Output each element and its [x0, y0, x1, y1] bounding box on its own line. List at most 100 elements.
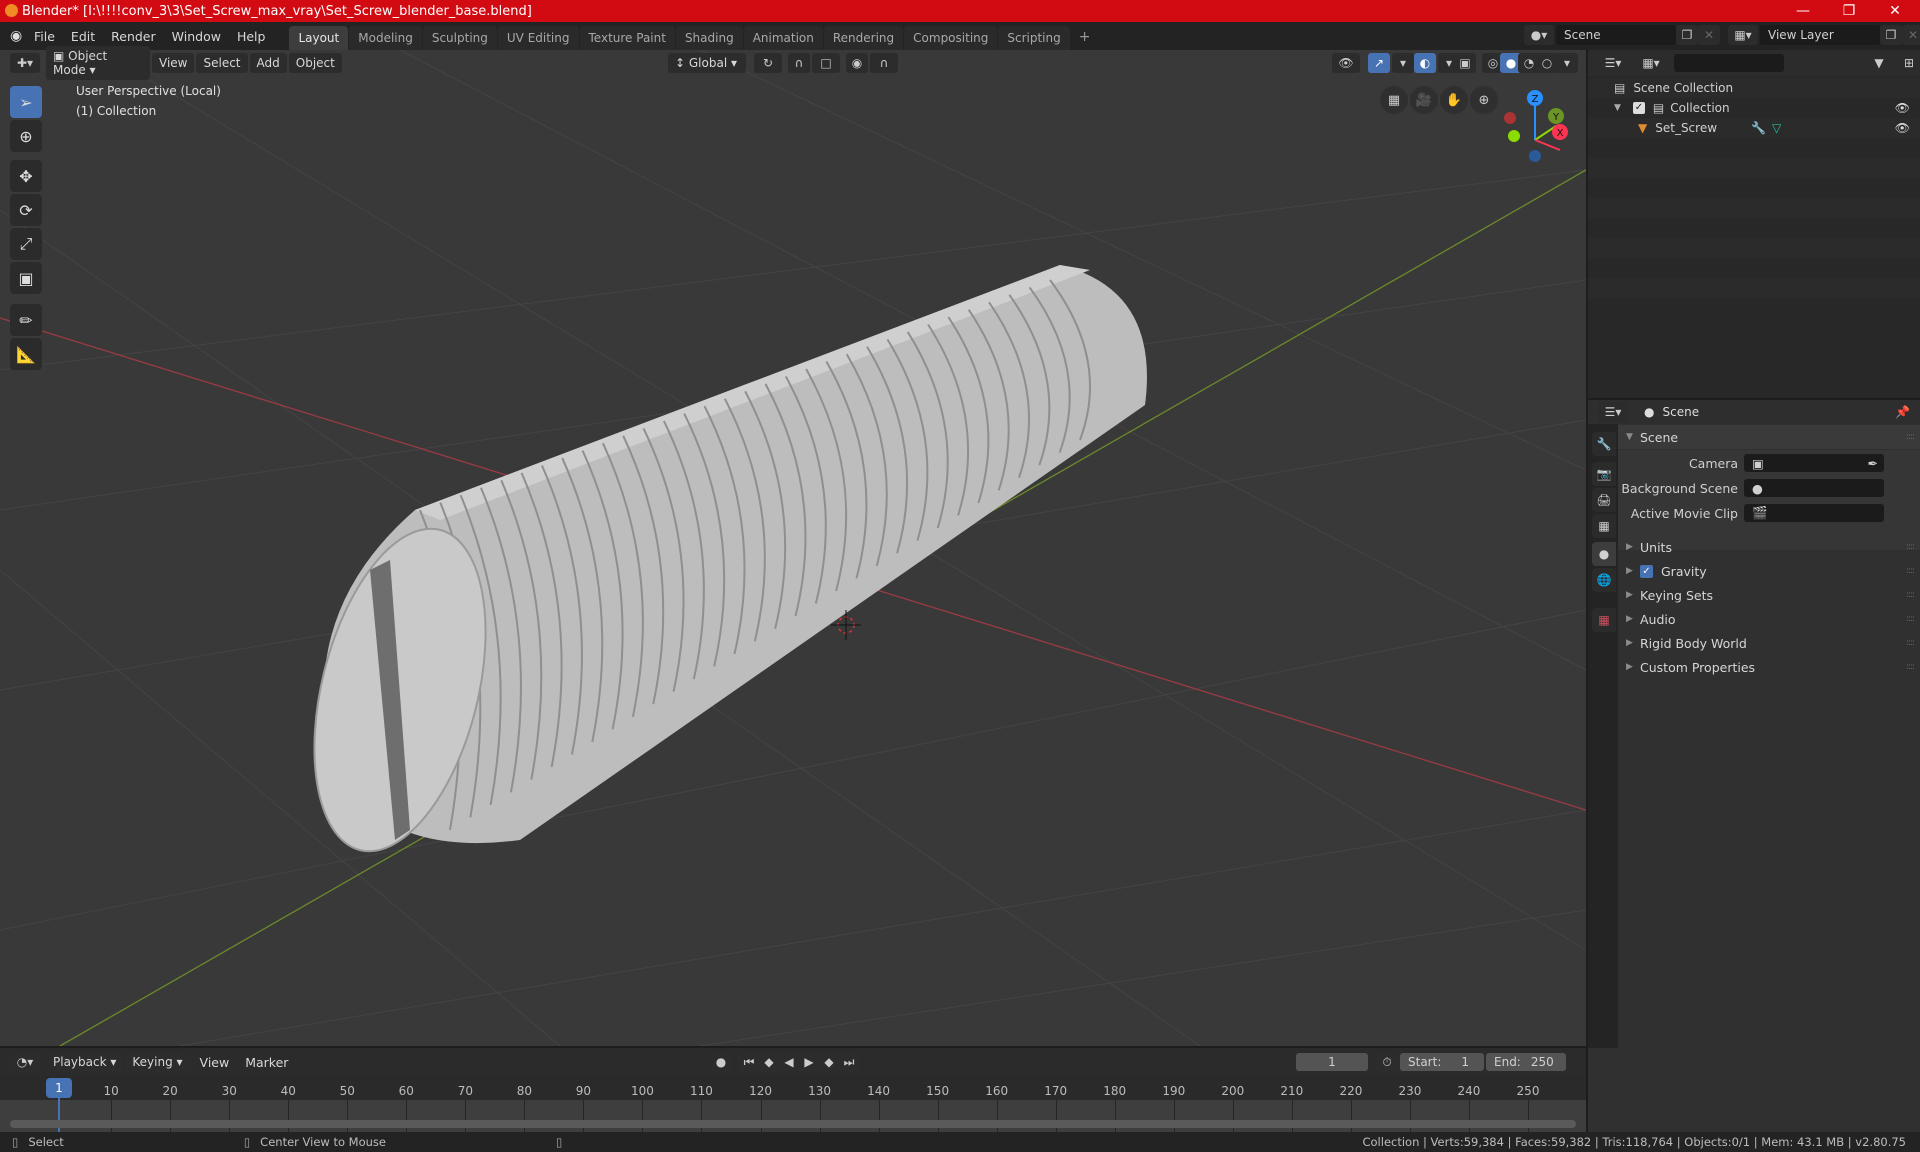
current-frame-field[interactable]: 1 [1296, 1053, 1368, 1071]
audio-panel[interactable]: ▶ Audio:::: [1618, 607, 1920, 631]
transform-orientation-dropdown[interactable]: ↕ Global ▾ [668, 53, 746, 73]
delete-scene-icon[interactable]: ✕ [1698, 25, 1720, 45]
minimize-button[interactable]: — [1780, 0, 1826, 22]
world-tab-icon[interactable]: 🌐 [1592, 568, 1616, 592]
tab-sculpting[interactable]: Sculpting [422, 26, 497, 50]
drag-grip-icon[interactable]: :::: [1906, 566, 1915, 576]
cursor-tool[interactable]: ⊕ [10, 120, 42, 152]
visibility-selector-icon[interactable]: 👁 [1332, 53, 1360, 73]
custom-properties-panel[interactable]: ▶ Custom Properties:::: [1618, 655, 1920, 679]
outliner-search-input[interactable] [1674, 54, 1784, 72]
view-layer-tab-icon[interactable]: ▦ [1592, 514, 1616, 538]
rotate-tool[interactable]: ⟳ [10, 194, 42, 226]
camera-field[interactable]: ▣ ✒ [1744, 454, 1884, 472]
auto-keying-record-icon[interactable]: ● [710, 1052, 732, 1072]
output-tab-icon[interactable]: 🖨 [1592, 488, 1616, 512]
toggle-perspective-grid-icon[interactable]: ▦ [1380, 86, 1408, 114]
view-layer-field[interactable]: View Layer [1760, 25, 1880, 45]
tab-modeling[interactable]: Modeling [349, 26, 422, 50]
tab-rendering[interactable]: Rendering [823, 26, 904, 50]
play-reverse-icon[interactable]: ◀ [778, 1052, 800, 1072]
gravity-panel[interactable]: ▶ ✓ Gravity:::: [1618, 559, 1920, 583]
jump-start-icon[interactable]: ⏮ [738, 1052, 760, 1072]
gizmo-dropdown-icon[interactable]: ▾ [1392, 53, 1414, 73]
gizmo-toggle-icon[interactable]: ↗ [1368, 53, 1390, 73]
tab-shading[interactable]: Shading [675, 26, 743, 50]
timeline-editor-type-icon[interactable]: ◔▾ [10, 1052, 40, 1072]
shading-dropdown-icon[interactable]: ▾ [1556, 53, 1578, 73]
new-view-layer-icon[interactable]: ❐ [1880, 25, 1902, 45]
proportional-edit-icon[interactable]: ◉ [846, 53, 868, 73]
render-tab-icon[interactable]: 📷 [1592, 462, 1616, 486]
playhead-frame[interactable]: 1 [46, 1078, 72, 1098]
tab-uv-editing[interactable]: UV Editing [497, 26, 579, 50]
menu-object[interactable]: Object [288, 53, 342, 73]
properties-editor-type-icon[interactable]: ☰▾ [1598, 402, 1628, 422]
menu-file[interactable]: File [26, 29, 63, 44]
visibility-eye-icon[interactable]: 👁 [1895, 121, 1910, 135]
modifier-wrench-icon[interactable]: 🔧 [1751, 121, 1766, 135]
menu-render[interactable]: Render [103, 29, 164, 44]
view-layer-browse-icon[interactable]: ▦▾ [1728, 25, 1758, 45]
drag-grip-icon[interactable]: :::: [1906, 662, 1915, 672]
menu-edit[interactable]: Edit [63, 29, 103, 44]
snap-toggle-icon[interactable]: ∩ [788, 53, 810, 73]
pivot-point-icon[interactable]: ↻ [754, 53, 782, 73]
close-button[interactable]: ✕ [1872, 0, 1918, 22]
snap-target-icon[interactable]: □ [812, 53, 840, 73]
background-scene-field[interactable]: ● [1744, 479, 1884, 497]
delete-view-layer-icon[interactable]: ✕ [1902, 25, 1920, 45]
drag-grip-icon[interactable]: :::: [1906, 542, 1915, 552]
collection-checkbox[interactable]: ✓ [1632, 102, 1645, 114]
timeline-view-menu[interactable]: View [192, 1055, 238, 1070]
preview-range-stopwatch-icon[interactable]: ⏱ [1376, 1052, 1398, 1072]
shading-rendered-icon[interactable]: ○ [1536, 53, 1558, 73]
tool-settings-tab-icon[interactable]: 🔧 [1592, 432, 1616, 456]
tab-layout[interactable]: Layout [289, 26, 349, 50]
outliner-scene-collection[interactable]: ▤ Scene Collection [1588, 78, 1920, 98]
measure-tool[interactable]: 📐 [10, 338, 42, 370]
scene-browse-icon[interactable]: ●▾ [1524, 25, 1554, 45]
menu-select[interactable]: Select [196, 53, 248, 73]
rigid-body-world-panel[interactable]: ▶ Rigid Body World:::: [1618, 631, 1920, 655]
scene-panel-header[interactable]: ▼ Scene :::: [1618, 425, 1920, 449]
new-scene-icon[interactable]: ❐ [1676, 25, 1698, 45]
outliner-editor-type-icon[interactable]: ☰▾ [1598, 53, 1628, 73]
pan-hand-icon[interactable]: ✋ [1440, 86, 1468, 114]
mode-dropdown[interactable]: ▣ Object Mode ▾ [46, 46, 150, 80]
transform-tool[interactable]: ▣ [10, 262, 42, 294]
move-tool[interactable]: ✥ [10, 160, 42, 192]
scene-name-field[interactable]: Scene [1556, 25, 1676, 45]
drag-grip-icon[interactable]: :::: [1906, 590, 1915, 600]
next-keyframe-icon[interactable]: ◆ [818, 1052, 840, 1072]
visibility-eye-icon[interactable]: 👁 [1895, 101, 1910, 115]
scene-tab-icon[interactable]: ● [1592, 542, 1616, 566]
jump-end-icon[interactable]: ⏭ [838, 1052, 860, 1072]
falloff-icon[interactable]: ∩ [870, 53, 898, 73]
keying-sets-panel[interactable]: ▶ Keying Sets:::: [1618, 583, 1920, 607]
units-panel[interactable]: ▶ Units:::: [1618, 535, 1920, 559]
overlays-toggle-icon[interactable]: ◐ [1414, 53, 1436, 73]
outliner-item-collection[interactable]: ▼ ✓ ▤ Collection 👁 [1588, 98, 1920, 118]
menu-view[interactable]: View [152, 53, 195, 73]
add-workspace-button[interactable]: + [1071, 26, 1099, 50]
editor-type-icon[interactable]: ✚▾ [10, 53, 40, 73]
restore-button[interactable]: ❐ [1826, 0, 1872, 22]
new-collection-icon[interactable]: ⊞ [1898, 53, 1920, 73]
tab-animation[interactable]: Animation [743, 26, 823, 50]
display-mode-icon[interactable]: ▦▾ [1636, 53, 1666, 73]
camera-view-icon[interactable]: 🎥 [1410, 86, 1438, 114]
eyedropper-icon[interactable]: ✒ [1868, 456, 1878, 471]
timeline-scrollbar[interactable] [10, 1120, 1576, 1128]
outliner-item-set-screw[interactable]: ▼ Set_Screw 🔧 ▽ 👁 [1588, 118, 1920, 138]
tab-compositing[interactable]: Compositing [904, 26, 998, 50]
gravity-checkbox[interactable]: ✓ [1640, 564, 1653, 578]
menu-help[interactable]: Help [229, 29, 274, 44]
pin-icon[interactable]: 📌 [1895, 405, 1910, 419]
texture-tab-icon[interactable]: ▦ [1592, 608, 1616, 632]
scale-tool[interactable]: ⤢ [10, 228, 42, 260]
menu-add[interactable]: Add [249, 53, 287, 73]
mesh-data-icon[interactable]: ▽ [1772, 121, 1781, 135]
playback-menu[interactable]: Playback ▾ [46, 1052, 124, 1072]
keying-menu[interactable]: Keying ▾ [125, 1052, 190, 1072]
